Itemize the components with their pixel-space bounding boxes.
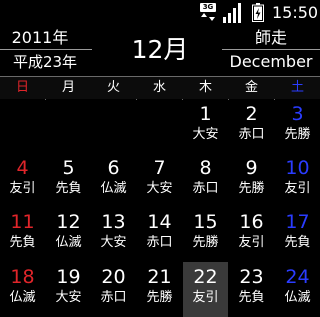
day-cell-17[interactable]: 17 先負 (275, 207, 320, 262)
day-number: 12 (56, 211, 81, 233)
day-cell-23[interactable]: 23 先負 (229, 262, 274, 317)
day-number: 23 (239, 266, 264, 288)
day-number: 20 (101, 266, 126, 288)
rokuyo-label: 仏滅 (55, 235, 82, 250)
divider (222, 49, 320, 50)
data-activity-icon (201, 13, 215, 21)
rokuyo-label: 赤口 (100, 290, 127, 305)
era-year-label: 平成23年 (12, 53, 78, 71)
day-number: 9 (245, 157, 258, 179)
day-number: 13 (101, 211, 126, 233)
calendar-grid: 1 大安 2 赤口 3 先勝 4 友引 5 先負 6 仏滅 7 大安 8 赤口 9 先勝 10 友引 11 先負 12 仏滅 1… (0, 99, 320, 317)
day-cell-12[interactable]: 12 仏滅 (46, 207, 91, 262)
day-number: 8 (199, 157, 212, 179)
rokuyo-label: 先負 (9, 235, 36, 250)
day-cell-9[interactable]: 9 先勝 (229, 153, 274, 208)
weekday-sat: 土 (290, 80, 304, 95)
day-cell-1[interactable]: 1 大安 (183, 99, 228, 154)
rokuyo-label: 友引 (284, 181, 311, 196)
day-number: 5 (62, 157, 75, 179)
day-cell-11[interactable]: 11 先負 (0, 207, 45, 262)
day-number: 1 (199, 103, 212, 125)
day-cell-4[interactable]: 4 友引 (0, 153, 45, 208)
day-cell-20[interactable]: 20 赤口 (91, 262, 136, 317)
rokuyo-label: 先負 (284, 235, 311, 250)
day-cell-19[interactable]: 19 大安 (46, 262, 91, 317)
day-number: 11 (10, 211, 35, 233)
weekday-sun: 日 (15, 80, 29, 95)
day-cell-8[interactable]: 8 赤口 (183, 153, 228, 208)
weekday-wed: 水 (152, 80, 166, 95)
day-number: 22 (193, 266, 218, 288)
rokuyo-label: 友引 (192, 290, 219, 305)
day-cell-21[interactable]: 21 先勝 (137, 262, 182, 317)
day-number: 15 (193, 211, 218, 233)
day-cell-5[interactable]: 5 先負 (46, 153, 91, 208)
day-cell-3[interactable]: 3 先勝 (275, 99, 320, 154)
day-cell-7[interactable]: 7 大安 (137, 153, 182, 208)
day-number: 7 (153, 157, 166, 179)
traditional-month-label: 師走 (254, 28, 287, 47)
month-title[interactable]: 12月 (100, 33, 220, 67)
divider (0, 49, 92, 50)
day-number: 16 (239, 211, 264, 233)
year-label: 2011年 (11, 28, 69, 47)
day-cell-6[interactable]: 6 仏滅 (91, 153, 136, 208)
english-month-label: December (229, 52, 313, 71)
day-cell-16[interactable]: 16 友引 (229, 207, 274, 262)
weekday-mon: 月 (61, 80, 75, 95)
day-number: 3 (291, 103, 304, 125)
day-cell-24[interactable]: 24 仏滅 (275, 262, 320, 317)
day-cell-2[interactable]: 2 赤口 (229, 99, 274, 154)
day-number: 6 (107, 157, 120, 179)
day-number: 10 (285, 157, 310, 179)
day-number: 4 (16, 157, 29, 179)
rokuyo-label: 大安 (55, 290, 82, 305)
day-cell-14[interactable]: 14 赤口 (137, 207, 182, 262)
day-cell-13[interactable]: 13 大安 (91, 207, 136, 262)
weekday-tue: 火 (106, 80, 120, 95)
clock: 15:50 (272, 3, 319, 22)
rokuyo-label: 先勝 (146, 290, 173, 305)
rokuyo-label: 赤口 (192, 181, 219, 196)
day-number: 17 (285, 211, 310, 233)
day-number: 14 (147, 211, 172, 233)
day-number: 2 (245, 103, 258, 125)
rokuyo-label: 先負 (238, 290, 265, 305)
weekday-thu: 木 (198, 80, 212, 95)
network-type-badge: 3G (200, 3, 216, 12)
rokuyo-label: 友引 (238, 235, 265, 250)
day-number: 19 (56, 266, 81, 288)
day-cell-10[interactable]: 10 友引 (275, 153, 320, 208)
rokuyo-label: 仏滅 (284, 290, 311, 305)
rokuyo-label: 友引 (9, 181, 36, 196)
day-number: 24 (285, 266, 310, 288)
rokuyo-label: 先勝 (192, 235, 219, 250)
weekday-header: 日 月 火 水 木 金 土 (0, 76, 320, 100)
status-bar: 3G 15:50 (0, 0, 320, 25)
battery-icon (252, 3, 264, 22)
day-cell-15[interactable]: 15 先勝 (183, 207, 228, 262)
day-cell-22[interactable]: 22 友引 (183, 262, 228, 317)
rokuyo-label: 大安 (146, 181, 173, 196)
empty-day-cell (91, 99, 136, 154)
empty-day-cell (46, 99, 91, 154)
rokuyo-label: 赤口 (146, 235, 173, 250)
weekday-fri: 金 (244, 80, 258, 95)
day-cell-18[interactable]: 18 仏滅 (0, 262, 45, 317)
empty-day-cell (0, 99, 45, 154)
signal-icon (223, 3, 241, 23)
day-number: 21 (147, 266, 172, 288)
rokuyo-label: 赤口 (238, 127, 265, 142)
rokuyo-label: 先勝 (284, 127, 311, 142)
day-number: 18 (10, 266, 35, 288)
rokuyo-label: 先勝 (238, 181, 265, 196)
rokuyo-label: 仏滅 (9, 290, 36, 305)
rokuyo-label: 仏滅 (100, 181, 127, 196)
rokuyo-label: 先負 (55, 181, 82, 196)
rokuyo-label: 大安 (192, 127, 219, 142)
rokuyo-label: 大安 (100, 235, 127, 250)
empty-day-cell (137, 99, 182, 154)
